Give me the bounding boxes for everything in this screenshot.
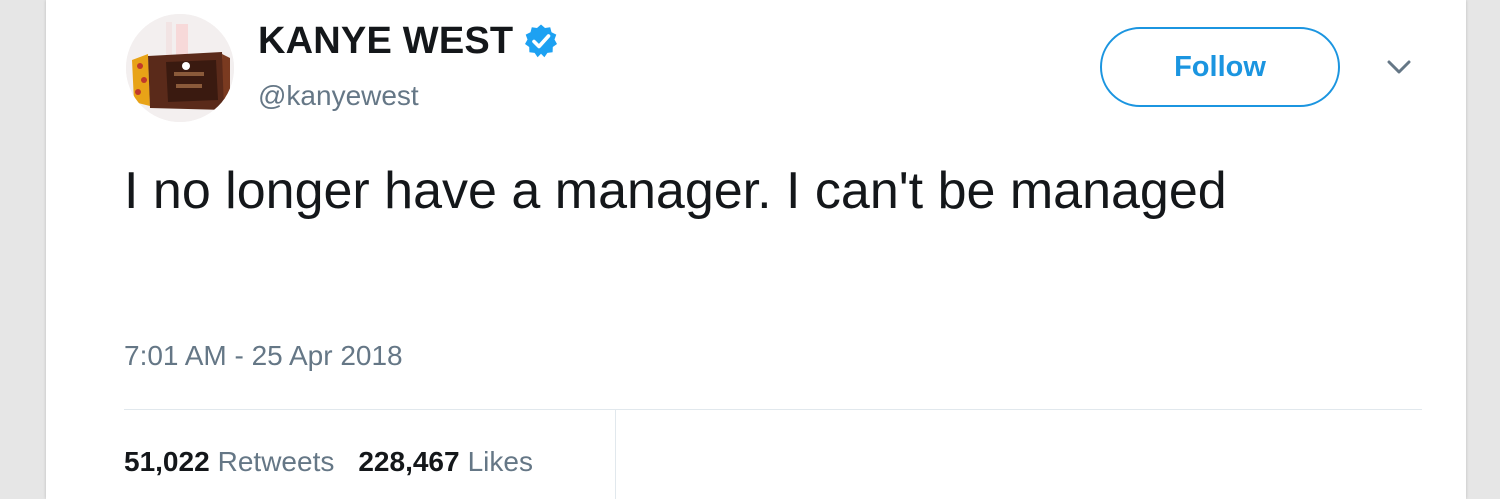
retweets-count: 51,022 xyxy=(124,446,210,477)
tweet-timestamp[interactable]: 7:01 AM - 25 Apr 2018 xyxy=(124,340,403,372)
divider xyxy=(124,409,1422,410)
likes-stat[interactable]: 228,467 Likes xyxy=(358,446,533,478)
display-name[interactable]: KANYE WEST xyxy=(258,20,513,63)
retweets-stat[interactable]: 51,022 Retweets xyxy=(124,446,334,478)
tweet-stats: 51,022 Retweets 228,467 Likes xyxy=(124,446,557,478)
tweet-text: I no longer have a manager. I can't be m… xyxy=(124,162,1227,220)
user-handle[interactable]: @kanyewest xyxy=(258,80,419,112)
likes-count: 228,467 xyxy=(358,446,460,477)
avatar-image xyxy=(126,14,234,122)
name-row: KANYE WEST xyxy=(258,16,559,66)
tweet-card: KANYE WEST @kanyewest Follow I no longer… xyxy=(46,0,1466,499)
chevron-down-icon[interactable] xyxy=(1382,56,1416,80)
follow-button[interactable]: Follow xyxy=(1100,27,1340,107)
likes-label: Likes xyxy=(467,446,533,477)
avatar[interactable] xyxy=(126,14,234,122)
retweets-label: Retweets xyxy=(217,446,335,477)
stats-divider xyxy=(615,410,616,499)
verified-badge-icon xyxy=(523,23,559,59)
